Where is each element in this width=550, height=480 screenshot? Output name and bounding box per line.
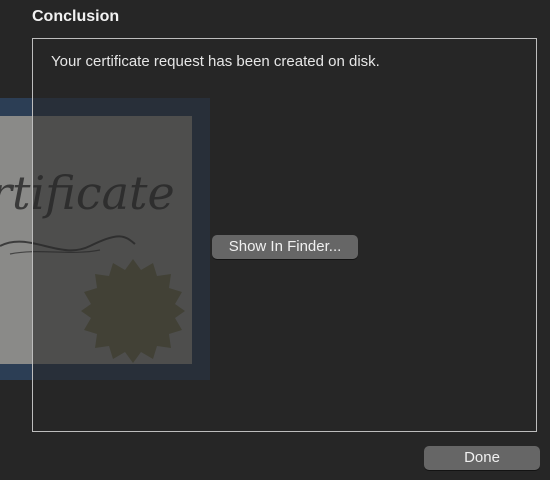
status-message: Your certificate request has been create…: [51, 53, 380, 70]
conclusion-dialog: Conclusion rtificate Your certificate re…: [0, 0, 550, 480]
show-in-finder-button[interactable]: Show In Finder...: [212, 235, 358, 259]
page-title: Conclusion: [32, 8, 120, 25]
done-button[interactable]: Done: [424, 446, 540, 470]
